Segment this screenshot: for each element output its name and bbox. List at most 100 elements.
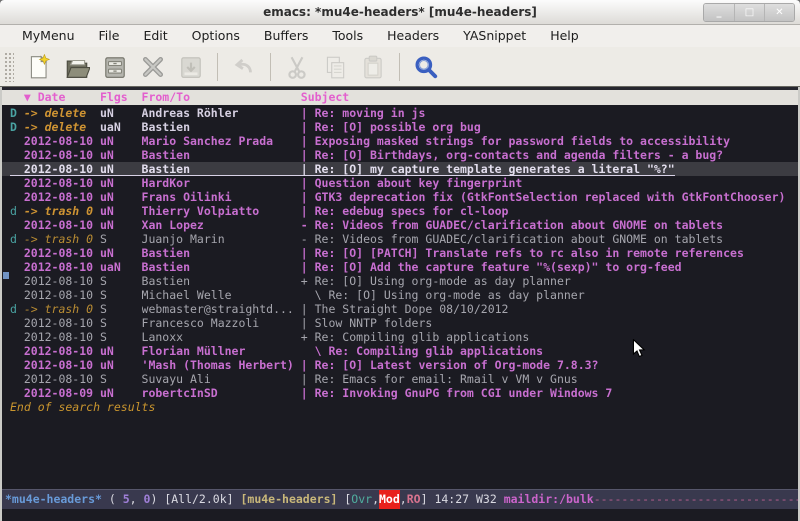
message-mark: d	[10, 204, 24, 218]
column-header-flags[interactable]: Flgs	[100, 90, 142, 105]
message-row[interactable]: 2012-08-10uaNBastien| Re: [O] Add the ca…	[2, 260, 798, 274]
message-date: 2012-08-10	[24, 246, 100, 260]
message-from: Mario Sanchez Prada	[142, 134, 301, 148]
message-mark	[10, 274, 24, 288]
message-row[interactable]: d -> trash 0Swebmaster@straightd...| The…	[2, 302, 798, 316]
message-row[interactable]: D -> deleteuaNBastien| Re: [O] possible …	[2, 120, 798, 134]
menu-yasnippet[interactable]: YASnippet	[451, 25, 538, 47]
message-subject: | Re: [O] Latest version of Org-mode 7.8…	[301, 358, 599, 372]
message-date: 2012-08-09	[24, 386, 100, 400]
message-row[interactable]: d -> trash 0uNThierry Volpiatto| Re: ede…	[2, 204, 798, 218]
message-row[interactable]: 2012-08-10SSuvayu Ali| Re: Emacs for ema…	[2, 372, 798, 386]
menu-help[interactable]: Help	[538, 25, 591, 47]
modeline-num: 0	[144, 490, 151, 509]
message-date: 2012-08-10	[24, 330, 100, 344]
message-date: 2012-08-10	[24, 218, 100, 232]
message-subject: | Exposing masked strings for password f…	[301, 134, 730, 148]
message-subject: | Slow NNTP folders	[301, 316, 433, 330]
message-date: 2012-08-10	[24, 134, 100, 148]
message-mark	[10, 260, 24, 274]
column-header-subject[interactable]: Subject	[301, 90, 349, 105]
message-from: Bastien	[142, 246, 301, 260]
titlebar[interactable]: emacs: *mu4e-headers* [mu4e-headers] _ □…	[0, 0, 800, 25]
modeline-plain: ,	[130, 490, 144, 509]
message-subject: | Re: moving in js	[301, 106, 426, 120]
message-row[interactable]: 2012-08-10uNXan Lopez- Re: Videos from G…	[2, 218, 798, 232]
menu-options[interactable]: Options	[180, 25, 252, 47]
message-row[interactable]: 2012-08-10uNMario Sanchez Prada| Exposin…	[2, 134, 798, 148]
message-flags: uN	[100, 344, 142, 358]
toolbar-separator	[217, 53, 218, 81]
message-subject: | Re: [O] Add the capture feature "%(sex…	[301, 260, 682, 274]
message-row[interactable]: 2012-08-10uNBastien| Re: [O] Birthdays, …	[2, 148, 798, 162]
message-mark	[10, 330, 24, 344]
message-mark	[10, 344, 24, 358]
toolbar-grip-handle[interactable]	[4, 52, 14, 82]
message-row[interactable]: 2012-08-10uNFrans Oilinki| GTK3 deprecat…	[2, 190, 798, 204]
save-as-icon	[174, 50, 208, 84]
message-row[interactable]: 2012-08-10SFrancesco Mazzoli| Slow NNTP …	[2, 316, 798, 330]
message-mark	[10, 246, 24, 260]
menubar: MyMenuFileEditOptionsBuffersToolsHeaders…	[0, 25, 800, 47]
header-mark-spacer	[10, 90, 24, 105]
message-from: Xan Lopez	[142, 218, 301, 232]
minimize-button[interactable]: _	[704, 4, 734, 21]
message-date: -> trash 0	[24, 204, 100, 218]
menu-buffers[interactable]: Buffers	[252, 25, 320, 47]
modeline-plain: ,	[400, 490, 407, 509]
message-row[interactable]: D -> deleteuNAndreas Röhler| Re: moving …	[2, 106, 798, 120]
modeline-plain: (	[102, 490, 123, 509]
close-button[interactable]: ✕	[764, 4, 794, 21]
message-date: 2012-08-10	[24, 344, 100, 358]
menu-headers[interactable]: Headers	[375, 25, 451, 47]
message-row[interactable]: d -> trash 0SJuanjo Marin- Re: Videos fr…	[2, 232, 798, 246]
menu-mymenu[interactable]: MyMenu	[10, 25, 87, 47]
message-row[interactable]: 2012-08-10SMichael Welle \ Re: [O] Using…	[2, 288, 798, 302]
menu-file[interactable]: File	[87, 25, 132, 47]
message-row[interactable]: 2012-08-10uNFlorian Müllner \ Re: Compil…	[2, 344, 798, 358]
message-row[interactable]: 2012-08-10SBastien+ Re: [O] Using org-mo…	[2, 274, 798, 288]
message-subject: + Re: Compiling glib applications	[301, 330, 529, 344]
message-date: -> delete	[24, 120, 100, 134]
echo-area	[2, 509, 798, 521]
fringe-cursor-indicator	[3, 272, 9, 279]
mouse-cursor	[632, 339, 646, 359]
modeline-mode: [mu4e-headers]	[240, 490, 337, 509]
end-of-search-results: End of search results	[2, 400, 798, 414]
message-flags: S	[100, 316, 142, 330]
message-row[interactable]: 2012-08-10SLanoxx+ Re: Compiling glib ap…	[2, 330, 798, 344]
message-from: 'Mash (Thomas Herbert)	[142, 358, 301, 372]
menu-edit[interactable]: Edit	[131, 25, 179, 47]
column-header-from[interactable]: From/To	[142, 90, 301, 105]
column-header-date[interactable]: ▼ Date	[24, 90, 100, 105]
menu-tools[interactable]: Tools	[320, 25, 375, 47]
message-date: 2012-08-10	[24, 274, 100, 288]
message-date: 2012-08-10	[24, 176, 100, 190]
message-row[interactable]: 2012-08-09uNrobertcInSD| Re: Invoking Gn…	[2, 386, 798, 400]
message-row[interactable]: 2012-08-10uNHardKor| Question about key …	[2, 176, 798, 190]
message-date: 2012-08-10	[24, 190, 100, 204]
message-from: Bastien	[142, 260, 301, 274]
message-from: webmaster@straightd...	[142, 302, 301, 316]
message-flags: uN	[100, 176, 142, 190]
toolbar-separator	[270, 53, 271, 81]
save-buffer-icon[interactable]	[98, 50, 132, 84]
message-row[interactable]: 2012-08-10uN'Mash (Thomas Herbert)| Re: …	[2, 358, 798, 372]
message-row[interactable]: 2012-08-10uNBastien| Re: [O] my capture …	[2, 162, 798, 176]
message-date: 2012-08-10	[24, 260, 100, 274]
open-file-icon[interactable]	[60, 50, 94, 84]
message-date: 2012-08-10	[24, 316, 100, 330]
message-subject: | Re: [O] my capture template generates …	[301, 162, 675, 176]
message-flags: uN	[100, 246, 142, 260]
new-buffer-icon[interactable]	[22, 50, 56, 84]
message-row[interactable]: 2012-08-10uNBastien| Re: [O] [PATCH] Tra…	[2, 246, 798, 260]
close-buffer-icon[interactable]	[136, 50, 170, 84]
message-mark	[10, 316, 24, 330]
message-flags: S	[100, 274, 142, 288]
message-from: Bastien	[142, 274, 301, 288]
search-icon[interactable]	[409, 50, 443, 84]
headers-column-header: ▼ Date Flgs From/To Subject	[2, 90, 798, 105]
maximize-button[interactable]: □	[734, 4, 764, 21]
modeline-mod: Mod	[379, 490, 400, 509]
toolbar	[0, 47, 800, 87]
